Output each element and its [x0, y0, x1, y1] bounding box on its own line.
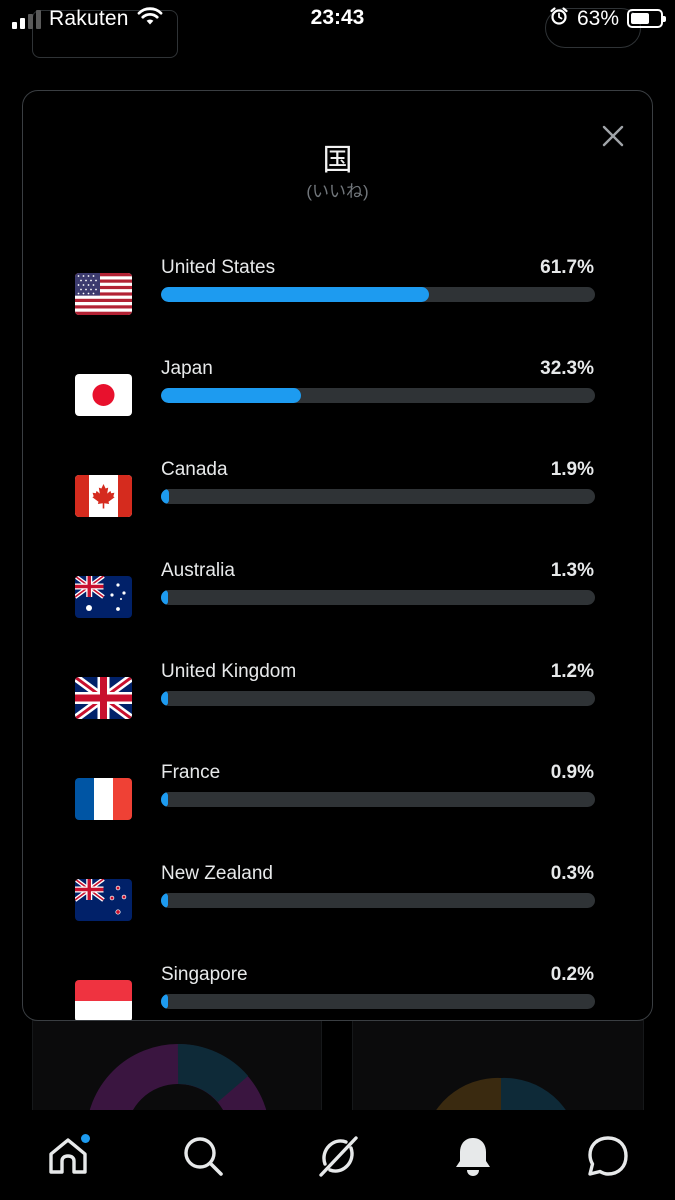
progress-fill	[161, 792, 168, 807]
messages-icon	[588, 1136, 628, 1176]
status-bar: Rakuten 23:43 63%	[0, 0, 675, 38]
progress-fill	[161, 893, 168, 908]
tab-notifications[interactable]	[451, 1134, 495, 1178]
background-chart-panel	[352, 1020, 644, 1115]
battery-level	[631, 13, 649, 24]
country-percent: 0.3%	[550, 863, 594, 884]
country-name: Japan	[161, 358, 213, 379]
country-percent: 1.3%	[550, 560, 594, 581]
tab-grok[interactable]	[316, 1134, 360, 1178]
modal-title: 国	[322, 144, 353, 177]
progress-track	[161, 388, 595, 403]
country-percent: 0.9%	[550, 762, 594, 783]
progress-track	[161, 691, 595, 706]
progress-fill	[161, 590, 168, 605]
progress-track	[161, 994, 595, 1009]
country-list: United States 61.7% Japan 32.3% Canada 1…	[23, 251, 652, 1020]
country-name: United States	[161, 257, 276, 278]
country-row[interactable]: New Zealand 0.3%	[23, 857, 652, 958]
country-row[interactable]: Canada 1.9%	[23, 453, 652, 554]
country-row[interactable]: United Kingdom 1.2%	[23, 655, 652, 756]
progress-track	[161, 287, 595, 302]
tab-home[interactable]	[46, 1134, 90, 1178]
country-row[interactable]: Singapore 0.2%	[23, 958, 652, 1020]
notification-dot	[81, 1134, 90, 1143]
tab-messages[interactable]	[586, 1134, 630, 1178]
progress-track	[161, 792, 595, 807]
pie-chart-icon	[433, 1077, 569, 1114]
progress-fill	[161, 287, 429, 302]
country-name: New Zealand	[161, 863, 273, 884]
notifications-icon	[456, 1138, 490, 1176]
progress-fill	[161, 388, 302, 403]
country-row[interactable]: Japan 32.3%	[23, 352, 652, 453]
us-flag-icon	[75, 273, 132, 315]
country-percent: 61.7%	[540, 257, 594, 278]
country-row[interactable]: Australia 1.3%	[23, 554, 652, 655]
progress-track	[161, 489, 595, 504]
battery-percent: 63%	[576, 6, 619, 30]
country-percent: 32.3%	[540, 358, 594, 379]
france-flag-icon	[75, 778, 132, 820]
new-zealand-flag-icon	[75, 879, 132, 921]
country-percent: 1.9%	[550, 459, 594, 480]
progress-track	[161, 893, 595, 908]
country-name: Australia	[161, 560, 235, 581]
modal-subtitle: (いいね)	[306, 182, 369, 201]
singapore-flag-icon	[75, 980, 132, 1020]
bottom-tab-bar	[0, 1110, 675, 1200]
country-breakdown-modal: 国 (いいね) United States 61.7% Japan 32.3% …	[22, 90, 653, 1021]
grok-icon	[319, 1136, 358, 1177]
search-icon	[184, 1137, 223, 1176]
donut-chart-icon	[88, 1043, 268, 1114]
country-name: Singapore	[161, 964, 248, 985]
progress-fill	[161, 691, 168, 706]
alarm-icon	[549, 6, 569, 31]
country-name: Canada	[161, 459, 228, 480]
tab-search[interactable]	[181, 1134, 225, 1178]
japan-flag-icon	[75, 374, 132, 416]
app-screen: Rakuten 23:43 63% 国 (いいね) United States …	[0, 0, 675, 1200]
status-right: 63%	[549, 6, 666, 31]
country-name: France	[161, 762, 221, 783]
progress-fill	[161, 994, 168, 1009]
country-name: United Kingdom	[161, 661, 297, 682]
australia-flag-icon	[75, 576, 132, 618]
uk-flag-icon	[75, 677, 132, 719]
progress-track	[161, 590, 595, 605]
progress-fill	[161, 489, 170, 504]
canada-flag-icon	[75, 475, 132, 517]
country-row[interactable]: United States 61.7%	[23, 251, 652, 352]
battery-icon	[627, 9, 666, 28]
country-percent: 0.2%	[550, 964, 594, 985]
country-row[interactable]: France 0.9%	[23, 756, 652, 857]
background-donut-panel	[32, 1020, 322, 1115]
country-percent: 1.2%	[550, 661, 594, 682]
